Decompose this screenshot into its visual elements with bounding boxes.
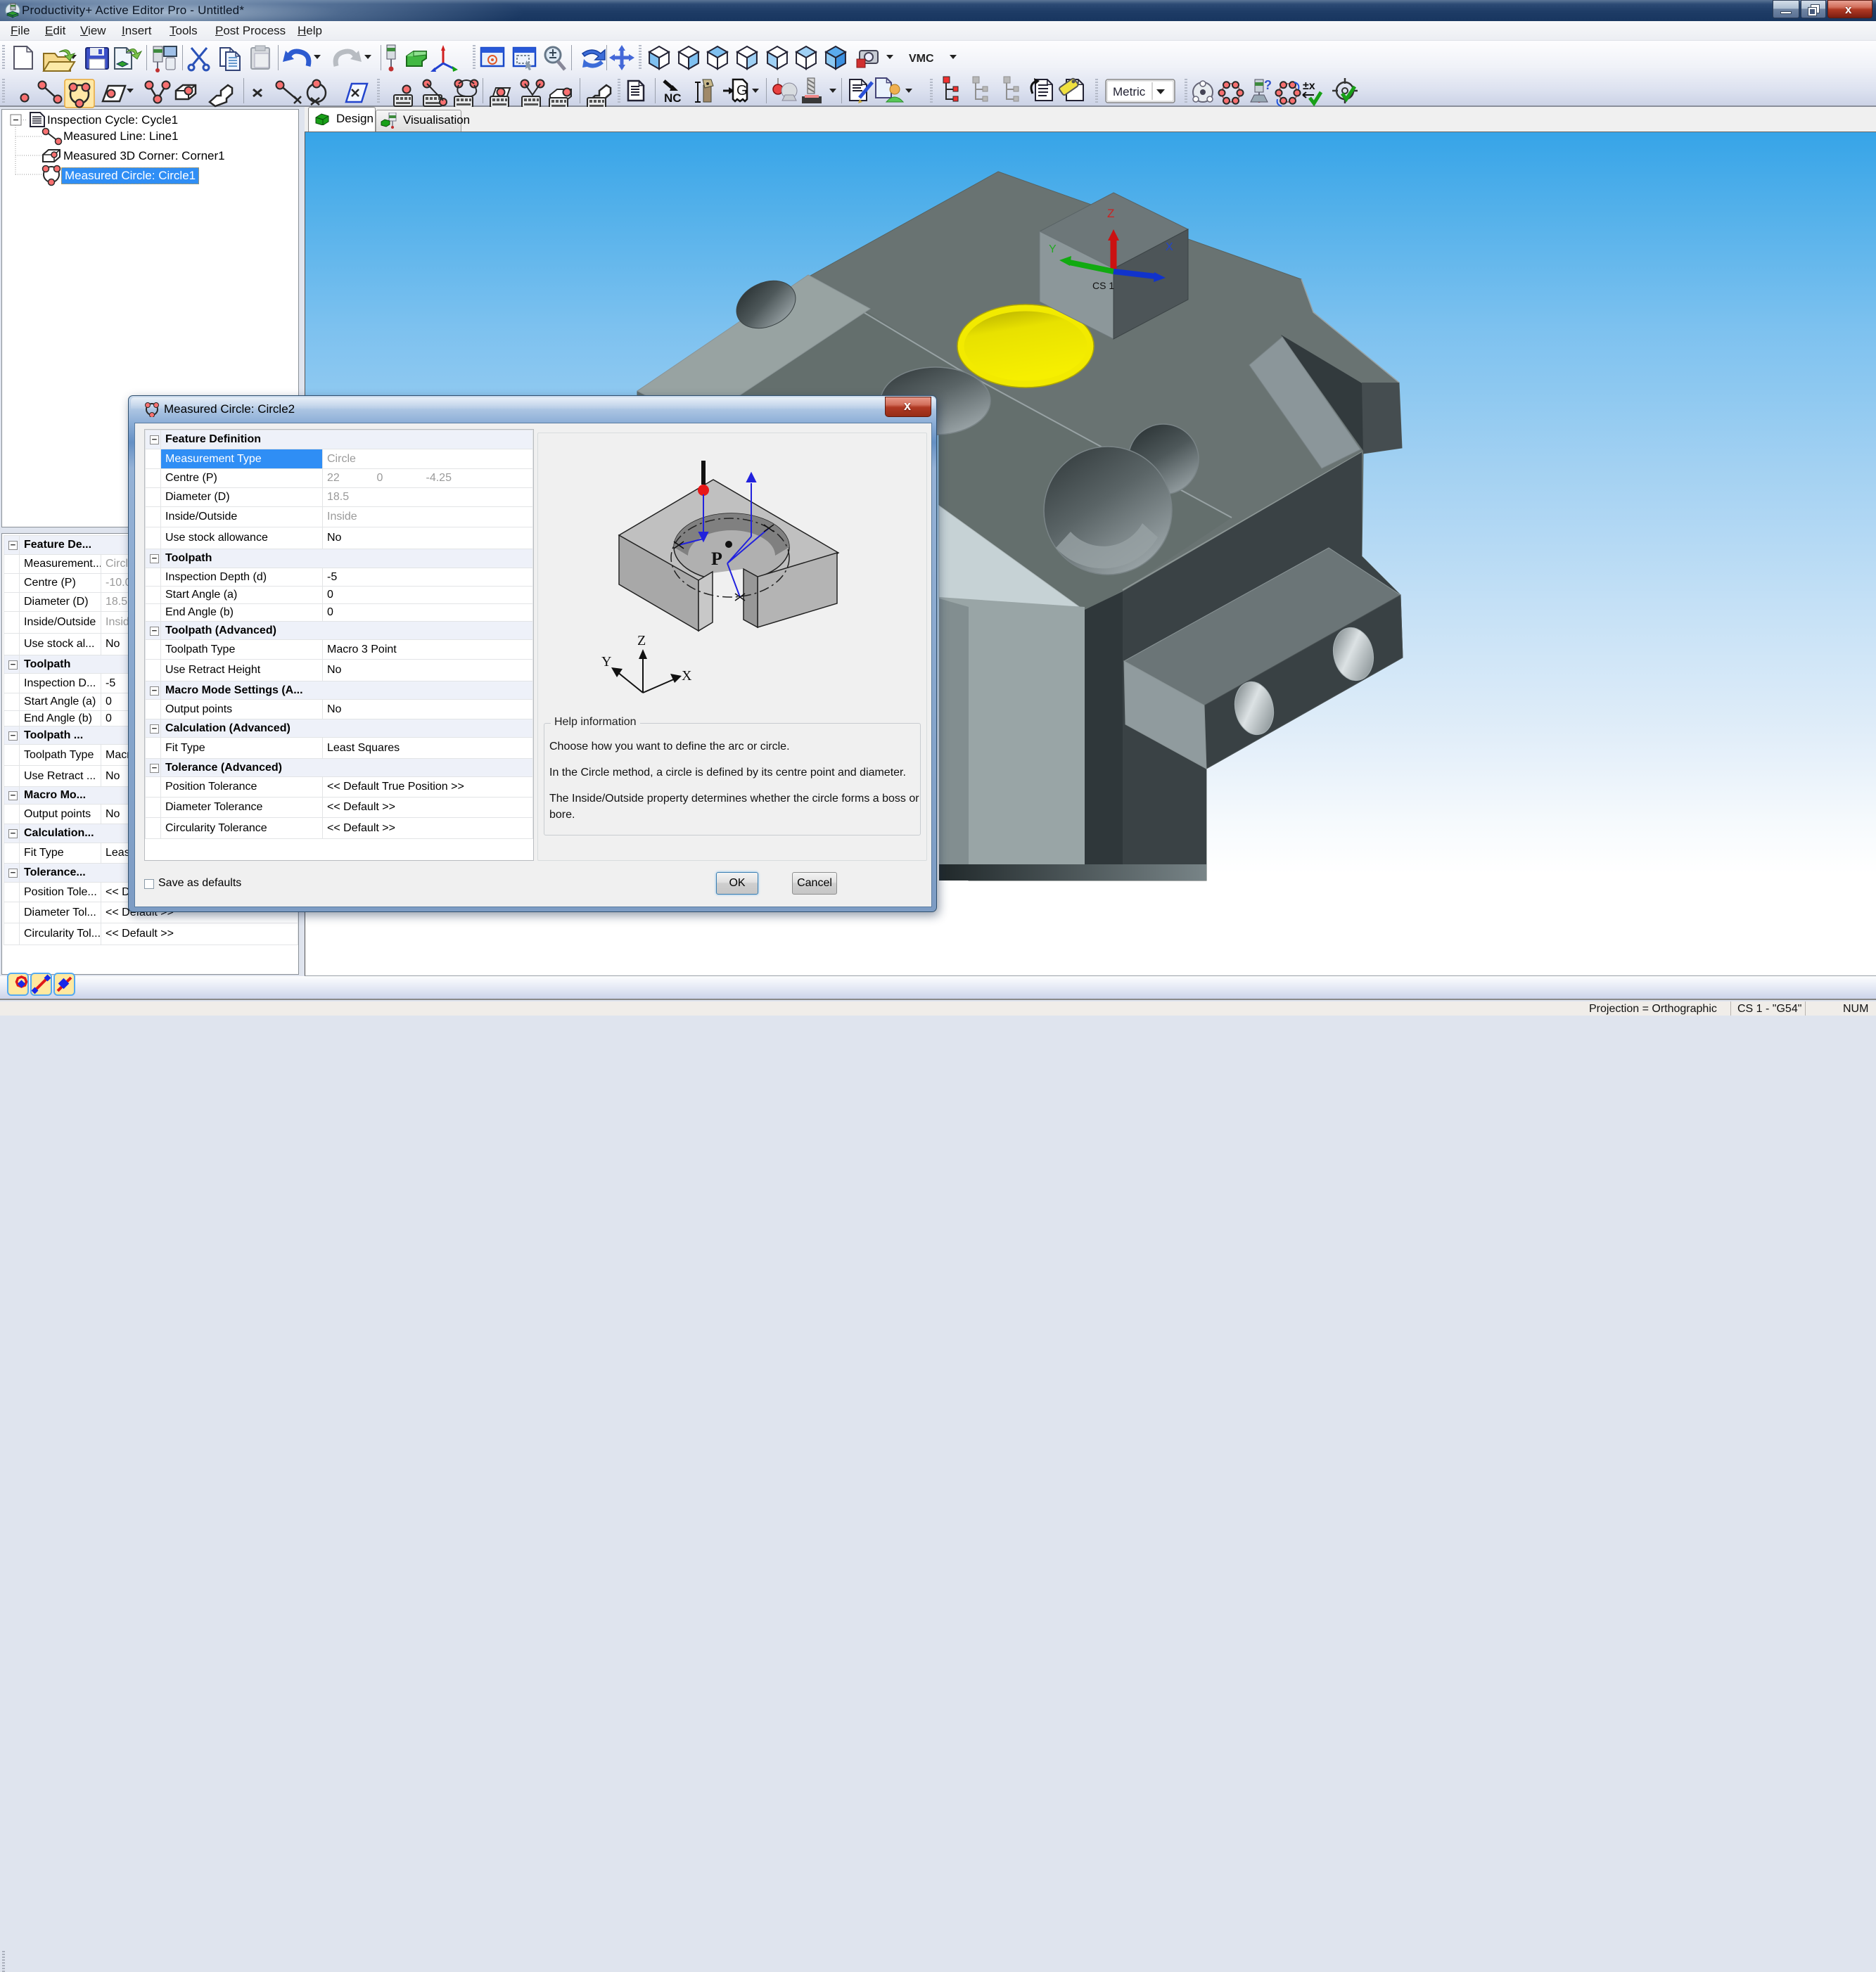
svg-text:Z: Z	[1107, 207, 1114, 220]
svg-text:Z: Z	[637, 633, 646, 648]
svg-text:±x: ±x	[1303, 80, 1315, 92]
svg-text:G: G	[736, 83, 748, 98]
svg-text:X: X	[1166, 241, 1173, 253]
svg-text:VMC: VMC	[909, 53, 934, 65]
svg-text:X: X	[682, 668, 692, 684]
svg-text:CS 1: CS 1	[1092, 280, 1114, 291]
svg-text:Y: Y	[1049, 243, 1057, 255]
svg-text:Metric: Metric	[1113, 85, 1146, 98]
svg-text:P: P	[711, 549, 722, 569]
svg-text:Y: Y	[601, 654, 611, 670]
svg-text:NC: NC	[664, 91, 682, 105]
svg-text:?: ?	[1264, 78, 1272, 92]
